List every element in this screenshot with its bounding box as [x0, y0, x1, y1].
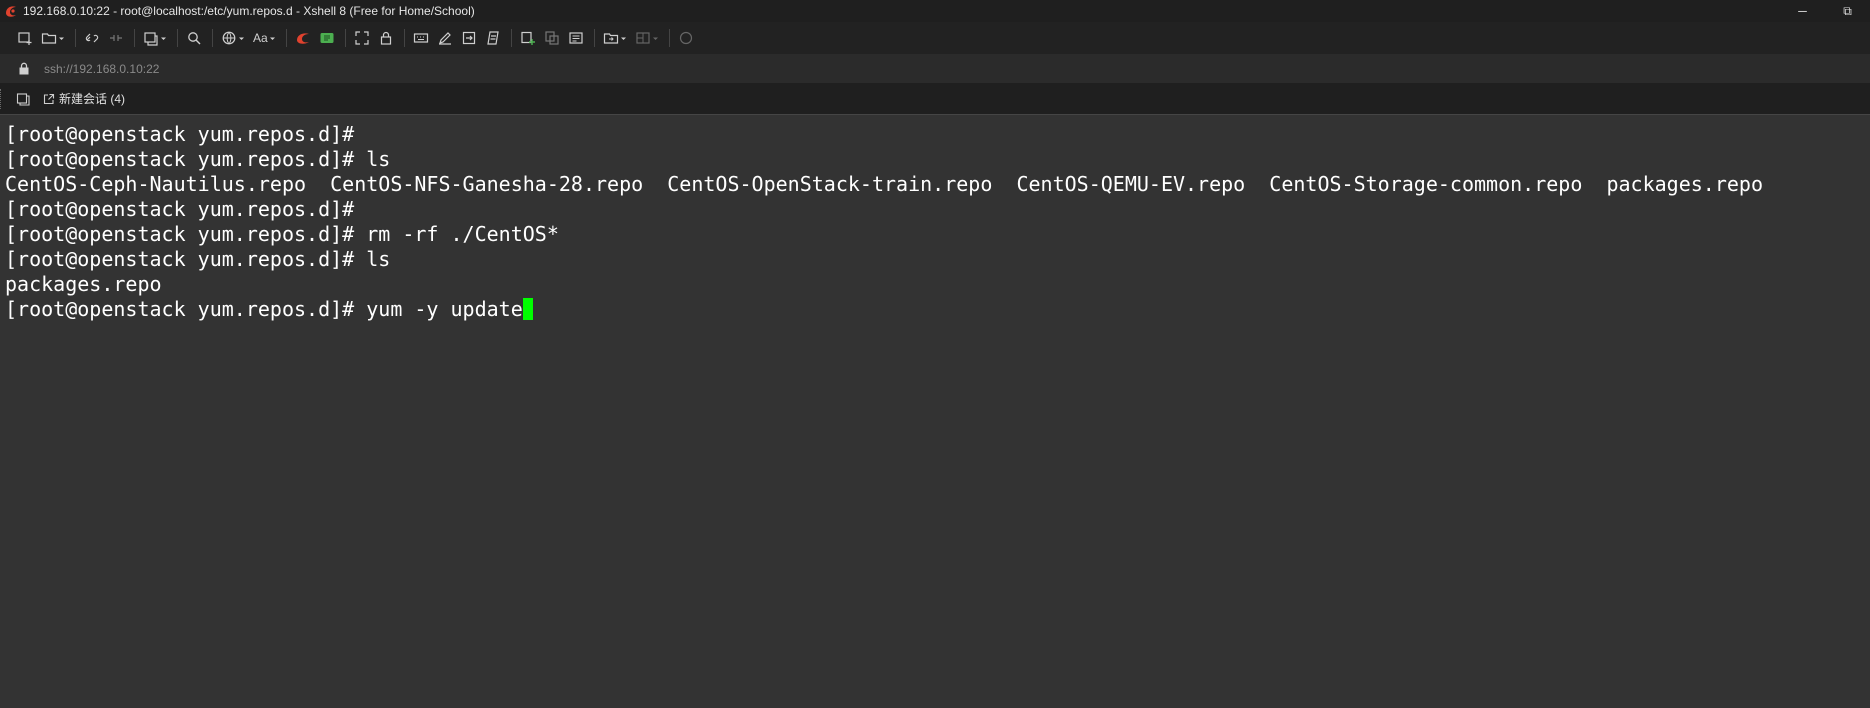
new-session-button[interactable] — [15, 26, 35, 50]
terminal-line: [root@openstack yum.repos.d]# ls — [5, 147, 391, 171]
separator — [668, 29, 670, 47]
search-icon — [188, 32, 201, 45]
globe-icon — [222, 31, 236, 45]
chevron-down-icon — [161, 37, 166, 40]
toolbar: Aa — [0, 22, 1870, 54]
notes-icon — [569, 32, 583, 44]
separator — [134, 29, 135, 47]
tab-bar-grip — [0, 89, 3, 109]
minimize-button[interactable]: ─ — [1780, 0, 1825, 22]
new-tab-icon — [144, 32, 158, 46]
lock-icon — [19, 62, 29, 75]
new-tab-button[interactable] — [141, 26, 169, 50]
separator — [212, 29, 213, 47]
separator — [593, 29, 595, 47]
restore-button[interactable]: ⧉ — [1825, 0, 1870, 22]
address-text[interactable]: ssh://192.168.0.10:22 — [44, 62, 159, 76]
encoding-button[interactable] — [219, 26, 247, 50]
open-folder-icon — [41, 33, 57, 44]
new-session-icon — [18, 32, 32, 45]
transfer-button[interactable] — [459, 26, 479, 50]
chevron-down-icon — [269, 37, 275, 40]
tab-bar: 新建会话 (4) — [0, 83, 1870, 115]
keyboard-button[interactable] — [411, 26, 431, 50]
chevron-down-icon — [620, 37, 626, 40]
separator — [177, 29, 178, 47]
terminal-current-command: [root@openstack yum.repos.d]# yum -y upd… — [5, 297, 523, 321]
notes-button[interactable] — [566, 26, 586, 50]
layout-button[interactable] — [633, 26, 661, 50]
separator — [510, 29, 512, 47]
terminal-line: [root@openstack yum.repos.d]# ls — [5, 247, 391, 271]
terminal-line: [root@openstack yum.repos.d]# — [5, 197, 355, 221]
chevron-down-icon — [239, 37, 244, 40]
window-title: 192.168.0.10:22 - root@localhost:/etc/yu… — [23, 4, 475, 18]
separator — [403, 29, 405, 47]
disconnect-button[interactable] — [106, 26, 126, 50]
terminal-line: CentOS-Ceph-Nautilus.repo CentOS-NFS-Gan… — [5, 172, 1763, 196]
terminal[interactable]: [root@openstack yum.repos.d]# [root@open… — [0, 116, 1870, 708]
lock-button[interactable] — [376, 26, 396, 50]
chat-button[interactable] — [676, 26, 696, 50]
xftp-button[interactable] — [317, 26, 337, 50]
folder-arrow-button[interactable] — [601, 26, 629, 50]
separator — [285, 29, 287, 47]
open-session-button[interactable] — [39, 26, 67, 50]
chevron-down-icon — [59, 37, 64, 40]
connect-button[interactable] — [82, 26, 102, 50]
compose-icon — [438, 32, 451, 45]
terminal-line: [root@openstack yum.repos.d]# rm -rf ./C… — [5, 222, 559, 246]
chat-icon — [679, 31, 692, 45]
fullscreen-button[interactable] — [352, 26, 372, 50]
address-bar[interactable]: ssh://192.168.0.10:22 — [0, 54, 1870, 83]
compose-button[interactable] — [435, 26, 455, 50]
layout-icon — [636, 32, 650, 44]
font-button[interactable]: Aa — [251, 26, 278, 50]
disconnect-icon — [110, 35, 122, 41]
script-button[interactable] — [483, 26, 503, 50]
terminal-prompt-line: [root@openstack yum.repos.d]# yum -y upd… — [5, 297, 1870, 322]
session-manager-icon[interactable] — [16, 92, 30, 106]
title-bar: 192.168.0.10:22 - root@localhost:/etc/yu… — [0, 0, 1870, 22]
terminal-line: packages.repo — [5, 272, 162, 296]
xshell-button[interactable] — [293, 26, 313, 50]
lock-icon — [380, 31, 391, 45]
separator — [75, 29, 76, 47]
copy-button[interactable] — [542, 26, 562, 50]
chevron-down-icon — [652, 37, 658, 40]
external-link-icon — [43, 93, 55, 104]
font-icon: Aa — [253, 31, 268, 45]
xftp-icon — [320, 33, 334, 43]
script-icon — [486, 31, 499, 45]
copy-icon — [545, 31, 559, 45]
terminal-cursor — [522, 298, 533, 320]
separator — [344, 29, 346, 47]
new-file-button[interactable] — [518, 26, 538, 50]
xshell-icon — [296, 33, 309, 44]
find-button[interactable] — [184, 26, 204, 50]
tab-label: 新建会话 (4) — [59, 92, 126, 106]
keyboard-icon — [413, 33, 428, 43]
terminal-line: [root@openstack yum.repos.d]# — [5, 122, 355, 146]
connect-icon — [85, 33, 99, 43]
tab-new-session[interactable]: 新建会话 (4) — [40, 89, 128, 109]
fullscreen-icon — [355, 31, 369, 45]
new-file-icon — [521, 31, 535, 45]
folder-arrow-icon — [603, 33, 618, 44]
transfer-icon — [462, 31, 475, 45]
xshell-logo-icon — [0, 0, 22, 22]
